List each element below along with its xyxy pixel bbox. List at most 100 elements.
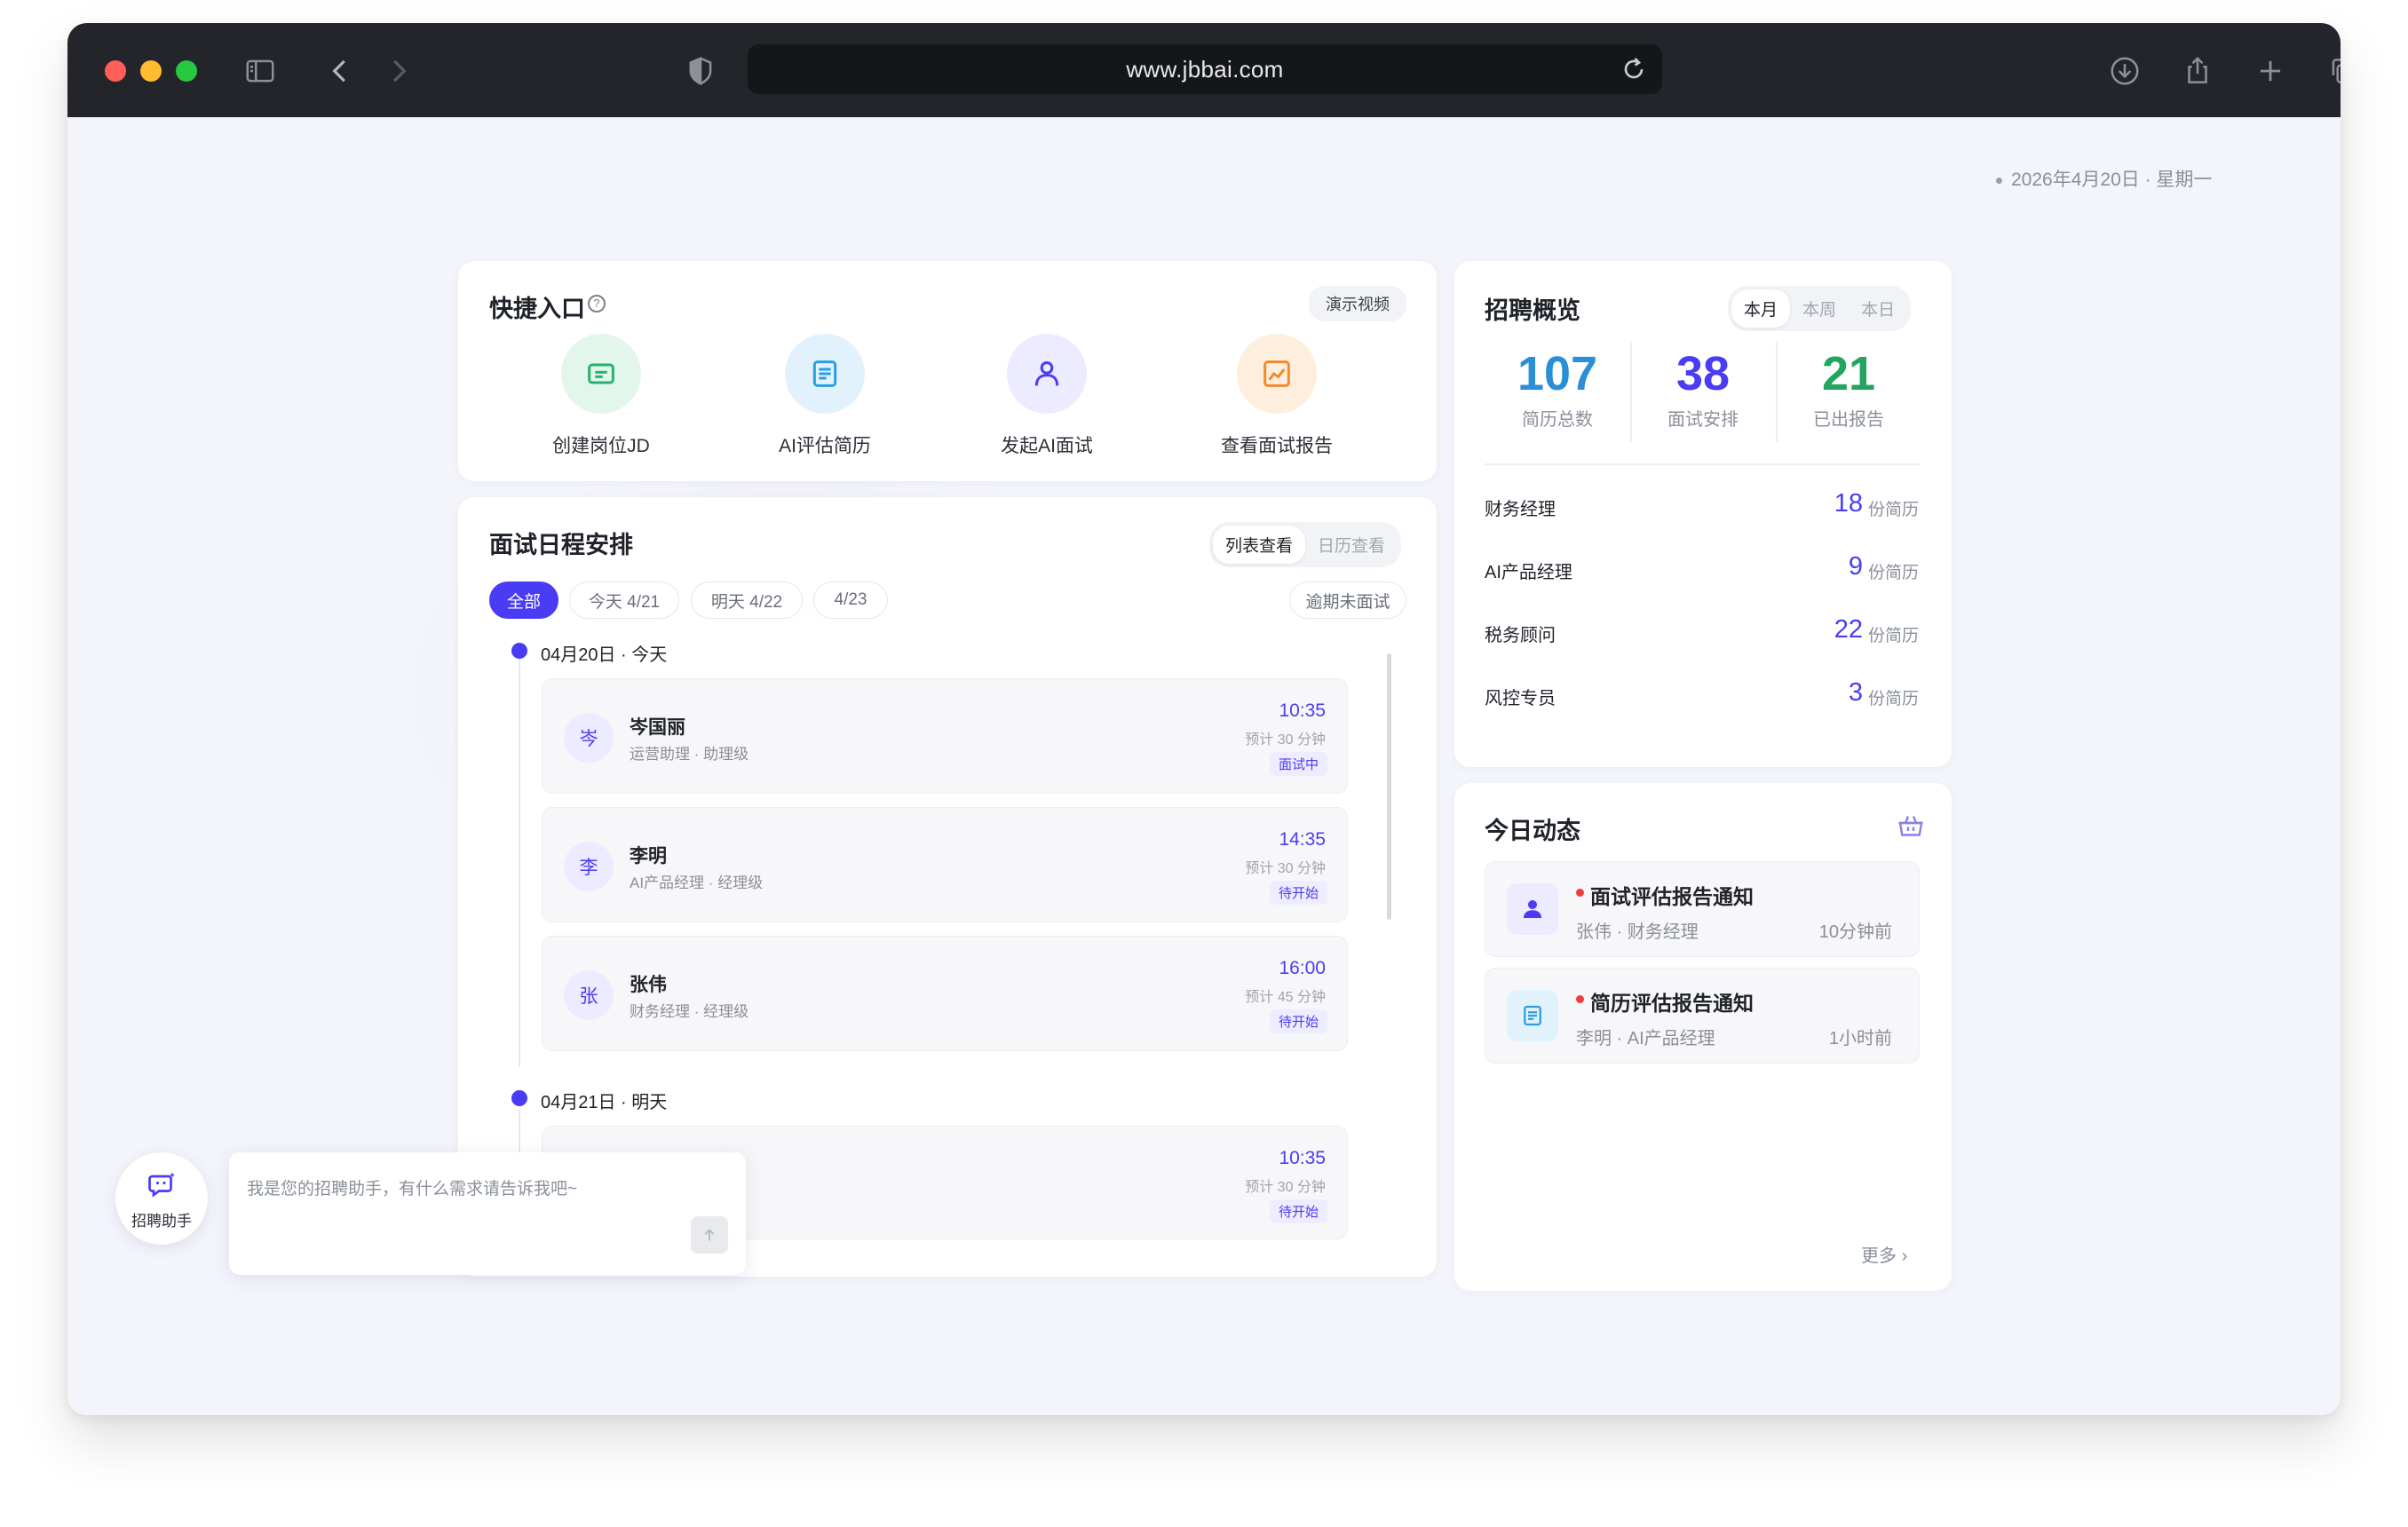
position-count: 22 (1834, 615, 1863, 644)
quick-interview-report-label: 查看面试报告 (1221, 436, 1333, 456)
candidate-name: 李明 (630, 846, 667, 866)
demo-video-button[interactable]: 演示视频 (1309, 286, 1406, 321)
help-icon[interactable]: ? (588, 295, 606, 313)
activity-item[interactable]: 简历评估报告通知 李明 · AI产品经理 1小时前 (1485, 968, 1920, 1064)
assistant-button[interactable]: 招聘助手 (115, 1152, 208, 1245)
view-calendar-tab[interactable]: 日历查看 (1305, 526, 1398, 564)
new-tab-icon[interactable] (2252, 52, 2289, 90)
activity-title-text: 简历评估报告通知 (1590, 992, 1754, 1015)
assistant-chat-panel: 我是您的招聘助手，有什么需求请告诉我吧~ (229, 1152, 746, 1275)
tab-this-week[interactable]: 本周 (1790, 289, 1849, 328)
filter-day-after[interactable]: 4/23 (813, 582, 888, 619)
activity-time: 10分钟前 (1818, 922, 1892, 942)
activity-title-text: 面试评估报告通知 (1590, 885, 1754, 908)
avatar: 岑 (564, 713, 614, 763)
day-marker (511, 643, 527, 659)
schedule-scrollbar[interactable] (1387, 653, 1391, 920)
reload-icon[interactable] (1618, 53, 1650, 85)
position-name: 税务顾问 (1485, 626, 1556, 645)
interview-duration: 预计 30 分钟 (1245, 861, 1326, 876)
send-button[interactable] (691, 1216, 728, 1254)
close-window-button[interactable] (105, 60, 126, 82)
schedule-view-toggle: 列表查看 日历查看 (1209, 522, 1402, 567)
back-icon[interactable] (321, 52, 359, 90)
privacy-shield-icon[interactable] (682, 52, 719, 90)
tab-this-month[interactable]: 本月 (1731, 289, 1791, 328)
basket-icon[interactable] (1895, 810, 1927, 842)
stat-interviews-label: 面试安排 (1667, 410, 1739, 430)
stat-reports-label: 已出报告 (1813, 410, 1884, 430)
interview-time: 10:35 (1279, 1148, 1326, 1168)
activity-time: 1小时前 (1828, 1029, 1892, 1048)
activity-subtitle: 张伟 · 财务经理 (1576, 922, 1699, 942)
stat-reports-value: 21 (1821, 347, 1876, 400)
interview-item[interactable]: 岑 岑国丽 运营助理 · 助理级 10:35 预计 30 分钟 面试中 (542, 678, 1348, 794)
user-icon (1007, 334, 1087, 414)
current-date-text: 2026年4月20日 · 星期一 (2011, 170, 2213, 190)
chat-bot-icon (148, 1172, 175, 1198)
filter-tomorrow[interactable]: 明天 4/22 (691, 582, 803, 619)
more-link[interactable]: 更多 › (1861, 1241, 1907, 1267)
candidate-role: 运营助理 · 助理级 (630, 746, 749, 763)
schedule-title: 面试日程安排 (489, 532, 633, 558)
overdue-filter[interactable]: 逾期未面试 (1289, 582, 1406, 619)
avatar: 李 (564, 842, 614, 891)
position-unit: 份简历 (1868, 627, 1920, 645)
day-marker (511, 1090, 527, 1106)
position-unit: 份简历 (1868, 690, 1920, 708)
position-name: 风控专员 (1485, 689, 1556, 708)
interview-time: 16:00 (1279, 958, 1326, 978)
quick-ai-resume-label: AI评估简历 (779, 436, 871, 456)
filter-today[interactable]: 今天 4/21 (569, 582, 679, 619)
more-link-label: 更多 (1861, 1246, 1897, 1266)
overview-title: 招聘概览 (1485, 297, 1580, 324)
candidate-name: 张伟 (630, 975, 667, 995)
interview-duration: 预计 30 分钟 (1245, 1180, 1326, 1195)
arrow-up-icon (704, 1229, 715, 1241)
tab-overview-icon[interactable] (2325, 52, 2341, 90)
stat-resumes-label: 简历总数 (1522, 410, 1593, 430)
minimize-window-button[interactable] (140, 60, 162, 82)
position-count: 9 (1848, 552, 1863, 581)
assistant-input[interactable]: 我是您的招聘助手，有什么需求请告诉我吧~ (247, 1175, 577, 1199)
sidebar-toggle-icon[interactable] (242, 52, 279, 90)
view-list-tab[interactable]: 列表查看 (1213, 526, 1306, 564)
day-label-today: 04月20日 · 今天 (541, 645, 668, 665)
interview-time: 14:35 (1279, 829, 1326, 850)
forward-icon[interactable] (380, 52, 417, 90)
quick-ai-interview[interactable]: 发起AI面试 (949, 334, 1145, 458)
candidate-role: 财务经理 · 经理级 (630, 1003, 749, 1020)
document-icon (1507, 990, 1558, 1041)
unread-dot (1576, 995, 1584, 1003)
current-date: 2026年4月20日 · 星期一 (1996, 165, 2212, 192)
assistant-label: 招聘助手 (131, 1213, 192, 1230)
timeline-line (519, 659, 520, 1067)
document-icon (785, 334, 865, 414)
user-icon (1507, 883, 1558, 935)
address-bar[interactable]: www.jbbai.com (748, 44, 1662, 94)
quick-ai-interview-label: 发起AI面试 (1001, 436, 1093, 456)
status-badge: 待开始 (1269, 1199, 1327, 1223)
activity-item[interactable]: 面试评估报告通知 张伟 · 财务经理 10分钟前 (1485, 861, 1920, 957)
quick-create-jd[interactable]: 创建岗位JD (503, 334, 699, 458)
status-badge: 面试中 (1269, 752, 1327, 776)
tab-today[interactable]: 本日 (1849, 289, 1907, 328)
position-name: AI产品经理 (1485, 563, 1572, 582)
position-unit: 份简历 (1868, 501, 1920, 519)
interview-time: 10:35 (1279, 700, 1326, 721)
filter-all[interactable]: 全部 (489, 582, 558, 619)
url-text: www.jbbai.com (1126, 55, 1284, 83)
position-count: 18 (1834, 489, 1863, 518)
overview-divider (1485, 463, 1920, 465)
candidate-name: 岑国丽 (630, 717, 685, 738)
activity-subtitle: 李明 · AI产品经理 (1576, 1029, 1715, 1048)
download-icon[interactable] (2106, 52, 2143, 90)
status-badge: 待开始 (1269, 881, 1327, 905)
quick-interview-report[interactable]: 查看面试报告 (1179, 334, 1374, 458)
interview-item[interactable]: 李 李明 AI产品经理 · 经理级 14:35 预计 30 分钟 待开始 (542, 807, 1348, 922)
quick-create-jd-label: 创建岗位JD (552, 436, 650, 456)
share-icon[interactable] (2179, 52, 2216, 90)
quick-ai-resume[interactable]: AI评估简历 (727, 334, 923, 458)
interview-item[interactable]: 张 张伟 财务经理 · 经理级 16:00 预计 45 分钟 待开始 (542, 936, 1348, 1051)
maximize-window-button[interactable] (176, 60, 197, 82)
